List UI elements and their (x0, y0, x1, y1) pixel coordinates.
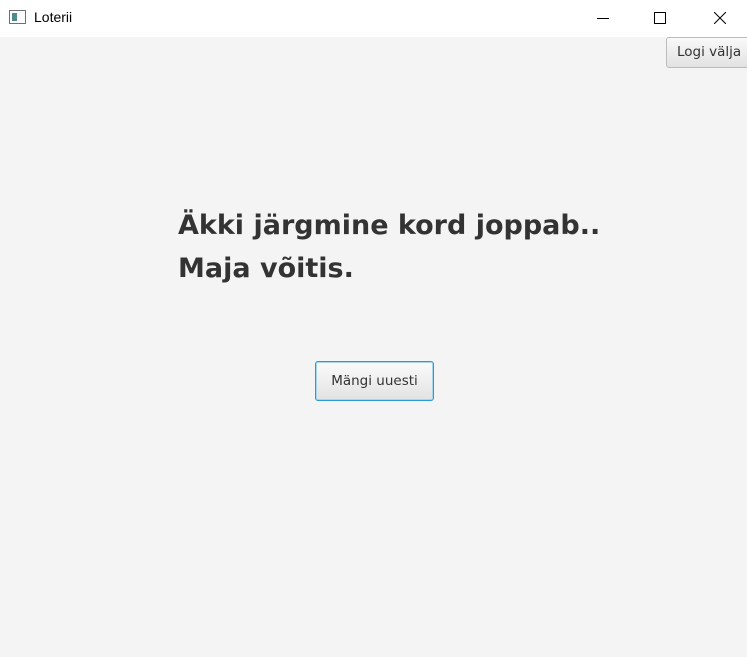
minimize-icon (597, 18, 609, 19)
logout-button[interactable]: Logi välja (666, 37, 747, 68)
maximize-button[interactable] (637, 0, 683, 36)
result-message: Äkki järgmine kord joppab.. Maja võitis. (178, 204, 600, 290)
window-titlebar[interactable]: Loterii (0, 0, 747, 37)
minimize-button[interactable] (580, 0, 626, 36)
play-again-button[interactable]: Mängi uuesti (315, 361, 434, 401)
message-line-1: Äkki järgmine kord joppab.. (178, 210, 601, 241)
maximize-icon (654, 12, 666, 24)
app-icon (9, 10, 26, 24)
close-button[interactable] (697, 0, 743, 36)
message-line-2: Maja võitis. (178, 253, 354, 284)
close-icon (714, 12, 726, 24)
window-title: Loterii (34, 9, 73, 25)
